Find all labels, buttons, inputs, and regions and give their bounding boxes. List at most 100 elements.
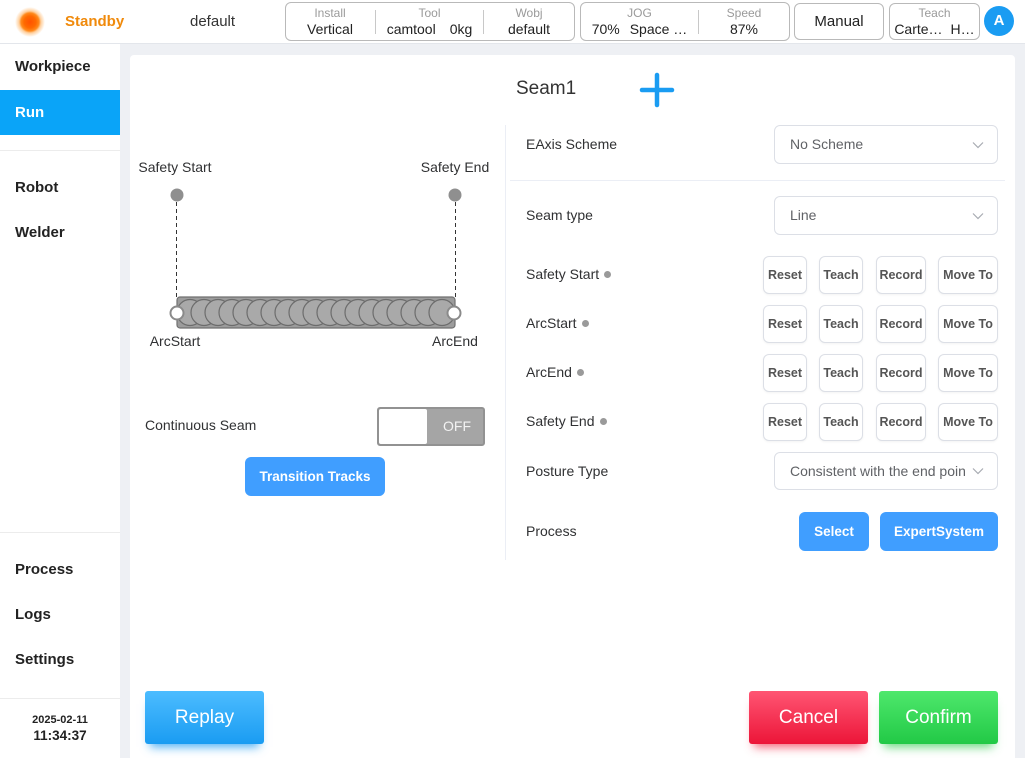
point-label: ArcEnd [526,364,572,380]
sidebar-item-process[interactable]: Process [0,547,120,592]
program-name[interactable]: default [190,12,235,32]
sidebar-item-label: Settings [15,651,75,668]
weld-bead [176,296,456,329]
reset-button[interactable]: Reset [763,256,807,294]
arc-start-point [169,305,185,321]
sidebar-item-welder[interactable]: Welder [0,210,120,255]
chevron-down-icon [972,213,984,220]
current-time: 11:34:37 [33,728,87,743]
record-button[interactable]: Record [876,403,926,441]
point-status-dot [576,368,584,376]
teach-button[interactable]: Teach [819,305,863,343]
seam-editor-panel: Seam1 Safety Start Safety End ArcStart A… [130,55,1015,758]
select-value: Line [790,207,817,223]
sidebar-item-logs[interactable]: Logs [0,592,120,637]
avatar[interactable]: A [984,6,1014,36]
sidebar-item-settings[interactable]: Settings [0,637,120,682]
teach-button[interactable]: Teach [819,403,863,441]
speed-value: 87% [729,21,759,37]
sidebar-item-workpiece[interactable]: Workpiece [0,44,120,89]
seam-diagram: Safety Start Safety End ArcStart ArcEnd [138,159,490,349]
arc-end-label: ArcEnd [432,333,478,349]
point-row-label: Safety End [526,412,607,430]
tool-label: Tool [418,6,441,20]
speed-info[interactable]: Speed 87% [699,3,789,40]
top-status-bar: Standby default Install Vertical Tool ca… [0,0,1025,44]
wobj-values: default [508,20,550,38]
sidebar-item-label: Logs [15,606,51,623]
section-divider [505,125,506,560]
arc-end-point [446,305,462,321]
select-value: No Scheme [790,136,864,152]
teach-values: Carte… H… [894,20,974,38]
eaxis-scheme-select[interactable]: No Scheme [774,125,998,164]
wobj-info[interactable]: Wobj default [484,3,574,40]
tool-load: 0kg [449,21,473,37]
record-button[interactable]: Record [876,354,926,392]
divider [0,532,120,533]
eaxis-scheme-label: EAxis Scheme [526,136,618,152]
move-to-button[interactable]: Move To [938,305,998,343]
posture-type-select[interactable]: Consistent with the end poin [774,452,998,490]
posture-type-label: Posture Type [526,463,609,479]
process-select-button[interactable]: Select [799,512,869,551]
install-info[interactable]: Install Vertical [286,3,374,40]
chevron-down-icon [972,142,984,149]
safety-start-label: Safety Start [138,159,211,175]
toggle-state-text: OFF [443,418,471,434]
cancel-button[interactable]: Cancel [749,691,868,744]
move-to-button[interactable]: Move To [938,256,998,294]
wobj-label: Wobj [515,6,543,20]
install-label: Install [314,6,346,20]
manual-mode-button[interactable]: Manual [794,3,884,40]
replay-button[interactable]: Replay [145,691,264,744]
teach-label: Teach [918,6,951,20]
safety-end-label: Safety End [421,159,490,175]
arc-start-label: ArcStart [150,333,201,349]
select-value: Consistent with the end poin [790,463,966,479]
tool-info[interactable]: Tool camtool 0kg [376,3,483,40]
teach-tool: H… [950,21,975,37]
point-row-label: ArcEnd [526,363,584,381]
sidebar-item-run[interactable]: Run [0,90,120,135]
teach-button[interactable]: Teach [819,354,863,392]
reset-button[interactable]: Reset [763,403,807,441]
record-button[interactable]: Record [876,256,926,294]
sidebar-item-label: Workpiece [15,58,91,75]
transition-tracks-button[interactable]: Transition Tracks [245,457,385,496]
jog-info[interactable]: JOG 70% Space … [581,3,698,40]
sidebar-item-label: Welder [15,224,65,241]
seam-type-select[interactable]: Line [774,196,998,235]
expert-system-button[interactable]: ExpertSystem [880,512,998,551]
reset-button[interactable]: Reset [763,305,807,343]
reset-button[interactable]: Reset [763,354,807,392]
point-label: Safety Start [526,266,600,282]
teach-button[interactable]: Teach [819,256,863,294]
move-to-button[interactable]: Move To [938,354,998,392]
move-to-button[interactable]: Move To [938,403,998,441]
continuous-seam-label: Continuous Seam [145,417,257,433]
current-date: 2025-02-11 [32,714,88,726]
plus-icon[interactable] [639,72,675,108]
jog-values: 70% Space … [592,20,688,38]
safety-end-point [448,188,462,202]
continuous-seam-toggle[interactable]: OFF [377,407,485,446]
wobj-value: default [507,21,551,37]
motion-config-group[interactable]: JOG 70% Space … Speed 87% [580,2,790,41]
point-label: Safety End [526,413,595,429]
sidebar-item-robot[interactable]: Robot [0,165,120,210]
status-orb-icon [15,7,45,37]
jog-frame: Space … [629,21,688,37]
chevron-down-icon [972,468,984,475]
point-row-label: ArcStart [526,314,589,332]
process-label: Process [526,523,577,539]
confirm-button[interactable]: Confirm [879,691,998,744]
safety-start-point [170,188,184,202]
robot-state: Standby [65,13,125,30]
teach-info[interactable]: Teach Carte… H… [889,3,980,40]
robot-config-group[interactable]: Install Vertical Tool camtool 0kg Wobj d… [285,2,575,41]
jog-label: JOG [627,6,652,20]
record-button[interactable]: Record [876,305,926,343]
teach-cell: Teach Carte… H… [890,4,979,39]
seam-title: Seam1 [516,78,577,99]
